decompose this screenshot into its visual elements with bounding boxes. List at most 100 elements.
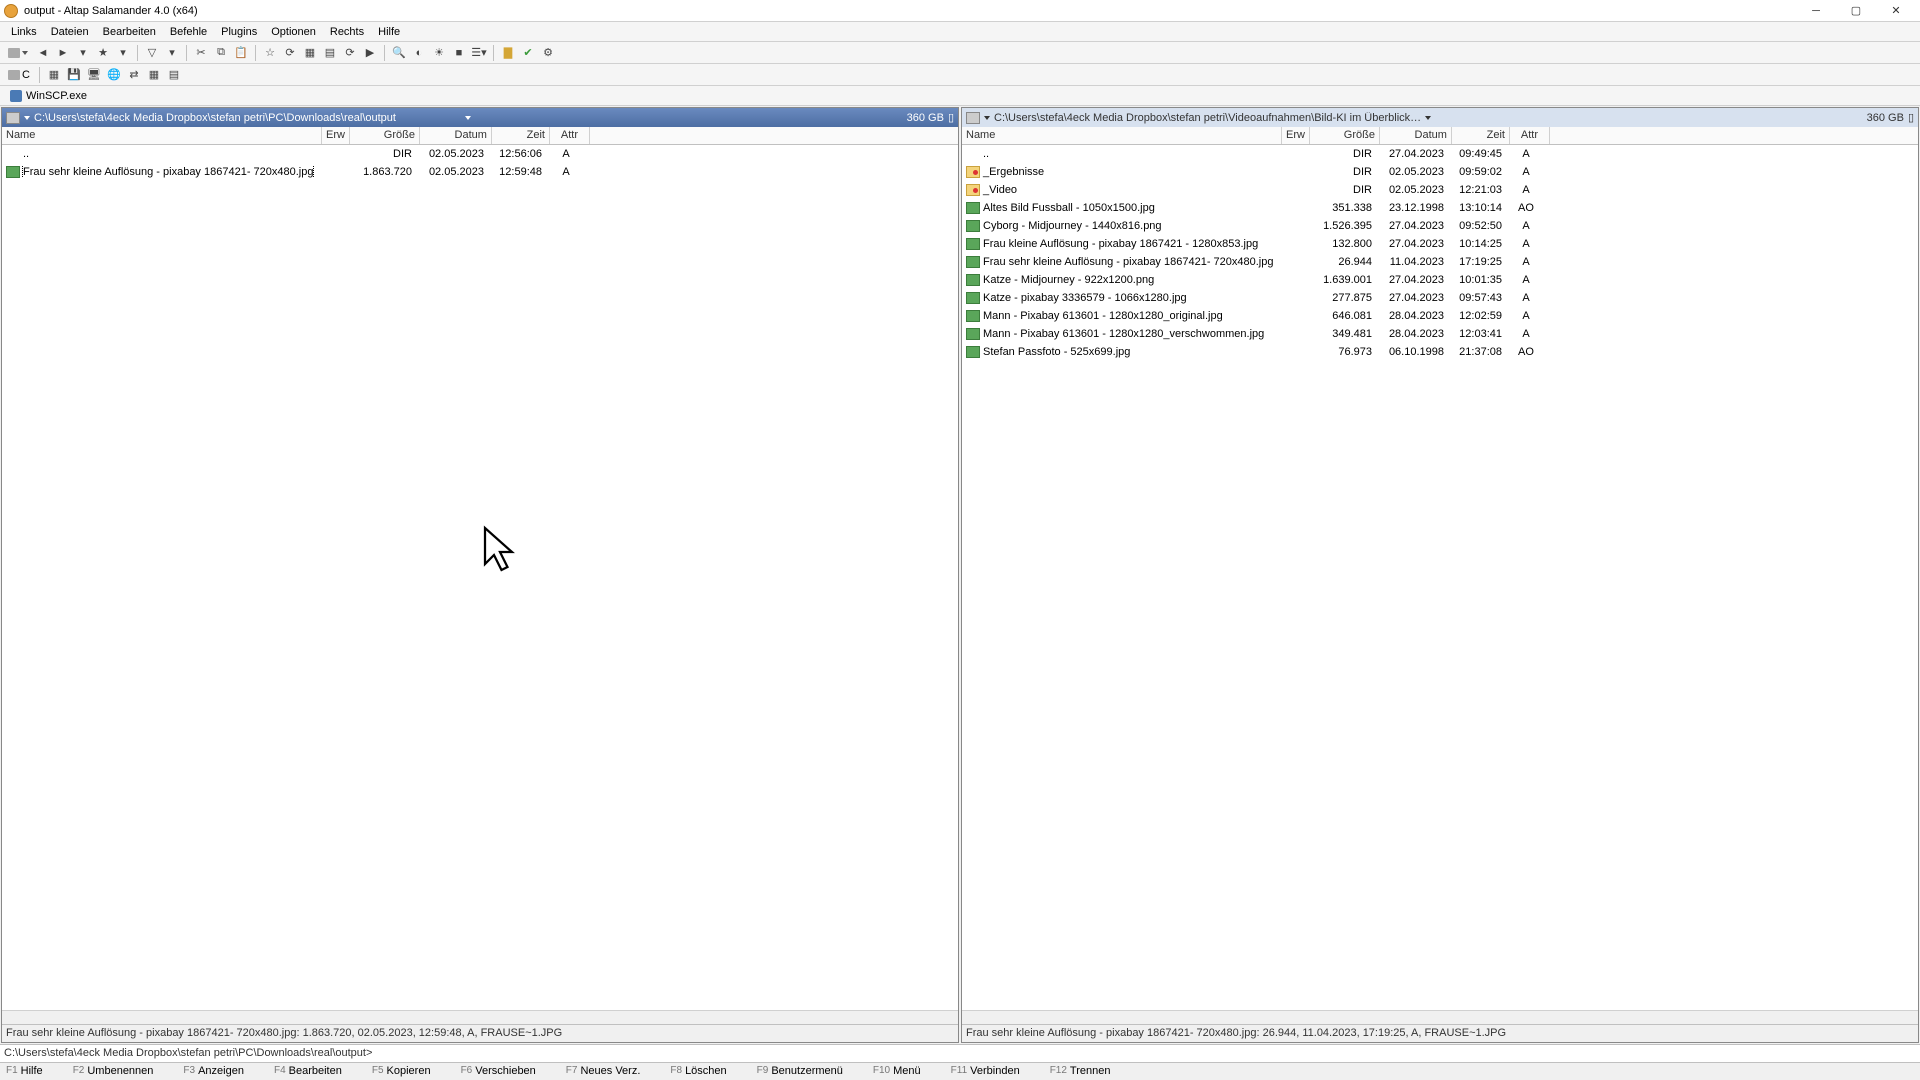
col-ext[interactable]: Erw [322,127,350,144]
menu-rechts[interactable]: Rechts [323,24,371,40]
fn-f1[interactable]: F1Hilfe [6,1065,43,1078]
col-attr[interactable]: Attr [1510,127,1550,144]
file-row[interactable]: ..DIR27.04.202309:49:45A [962,145,1918,163]
drive-c-button[interactable]: C [4,66,34,84]
right-pathbar[interactable]: C:\Users\stefa\4eck Media Dropbox\stefan… [962,108,1918,127]
file-row[interactable]: Mann - Pixabay 613601 - 1280x1280_origin… [962,307,1918,325]
fn-key: F9 [757,1065,769,1078]
fn-f12[interactable]: F12Trennen [1050,1065,1111,1078]
refresh-button[interactable]: ⟳ [341,44,359,62]
fn-f9[interactable]: F9Benutzermenü [757,1065,843,1078]
drive-selector[interactable] [4,44,32,62]
col-attr[interactable]: Attr [550,127,590,144]
col-date[interactable]: Datum [420,127,492,144]
ftp-button[interactable]: ⇄ [125,66,143,84]
drive-icon [6,112,20,124]
menu-befehle[interactable]: Befehle [163,24,214,40]
col-time[interactable]: Zeit [492,127,550,144]
fn-f7[interactable]: F7Neues Verz. [566,1065,641,1078]
drive-dropdown-icon[interactable] [984,116,990,120]
file-row[interactable]: Katze - pixabay 3336579 - 1066x1280.jpg2… [962,289,1918,307]
fn-f5[interactable]: F5Kopieren [372,1065,431,1078]
path-dropdown-icon[interactable] [465,116,471,120]
file-row[interactable]: _ErgebnisseDIR02.05.202309:59:02A [962,163,1918,181]
menu-links[interactable]: Links [4,24,44,40]
shortcut-winscp[interactable]: WinSCP.exe [4,90,93,102]
fn-label: Hilfe [21,1065,43,1078]
file-row[interactable]: Altes Bild Fussball - 1050x1500.jpg351.3… [962,199,1918,217]
minimize-button[interactable]: ─ [1796,1,1836,21]
copy-button[interactable]: ⧉ [212,44,230,62]
fn-f4[interactable]: F4Bearbeiten [274,1065,342,1078]
right-filelist[interactable]: ..DIR27.04.202309:49:45A_ErgebnisseDIR02… [962,145,1918,1010]
file-row[interactable]: Mann - Pixabay 613601 - 1280x1280_versch… [962,325,1918,343]
menu-optionen[interactable]: Optionen [264,24,323,40]
fn-f11[interactable]: F11Verbinden [951,1065,1020,1078]
col-name[interactable]: Name [2,127,322,144]
nav-forward-button[interactable]: ► [54,44,72,62]
left-hscroll[interactable] [2,1010,958,1024]
file-row[interactable]: Frau sehr kleine Auflösung - pixabay 186… [962,253,1918,271]
history-button[interactable]: ⟳ [281,44,299,62]
tool-button[interactable]: ■ [450,44,468,62]
favorites-dropdown[interactable]: ▾ [114,44,132,62]
menu-plugins[interactable]: Plugins [214,24,264,40]
col-ext[interactable]: Erw [1282,127,1310,144]
filter-button[interactable]: ▽ [143,44,161,62]
menu-bearbeiten[interactable]: Bearbeiten [96,24,163,40]
network-button[interactable]: 🖥 [85,66,103,84]
nav-up-dropdown[interactable]: ▾ [74,44,92,62]
tool-button[interactable]: ◐ [410,44,428,62]
file-row[interactable]: _VideoDIR02.05.202312:21:03A [962,181,1918,199]
find-button[interactable]: 🔍 [390,44,408,62]
col-time[interactable]: Zeit [1452,127,1510,144]
favorite-button[interactable]: ☆ [261,44,279,62]
file-row[interactable]: ..DIR02.05.202312:56:06A [2,145,958,163]
folder-button[interactable]: ▇ [499,44,517,62]
drive-button[interactable]: 💾 [65,66,83,84]
col-date[interactable]: Datum [1380,127,1452,144]
tool-button[interactable]: ▦ [145,66,163,84]
favorites-button[interactable]: ★ [94,44,112,62]
fn-f8[interactable]: F8Löschen [670,1065,726,1078]
drive-dropdown-icon[interactable] [24,116,30,120]
file-row[interactable]: Frau kleine Auflösung - pixabay 1867421 … [962,235,1918,253]
fn-f10[interactable]: F10Menü [873,1065,921,1078]
menu-dateien[interactable]: Dateien [44,24,96,40]
command-line[interactable]: C:\Users\stefa\4eck Media Dropbox\stefan… [0,1044,1920,1062]
fn-f2[interactable]: F2Umbenennen [73,1065,154,1078]
left-pathbar[interactable]: C:\Users\stefa\4eck Media Dropbox\stefan… [2,108,958,127]
dual-pane: C:\Users\stefa\4eck Media Dropbox\stefan… [0,106,1920,1044]
file-row[interactable]: Katze - Midjourney - 922x1200.png1.639.0… [962,271,1918,289]
path-dropdown-icon[interactable] [1425,116,1431,120]
fn-f3[interactable]: F3Anzeigen [183,1065,244,1078]
cut-button[interactable]: ✂ [192,44,210,62]
tool-button[interactable]: ▤ [165,66,183,84]
menu-hilfe[interactable]: Hilfe [371,24,407,40]
close-button[interactable]: ✕ [1876,1,1916,21]
col-size[interactable]: Größe [1310,127,1380,144]
left-filelist[interactable]: ..DIR02.05.202312:56:06AFrau sehr kleine… [2,145,958,1010]
tool-button[interactable]: ▤ [321,44,339,62]
tool-button[interactable]: ☀ [430,44,448,62]
settings-button[interactable]: ⚙ [539,44,557,62]
file-row[interactable]: Frau sehr kleine Auflösung - pixabay 186… [2,163,958,181]
view-mode-button[interactable]: ☰▾ [470,44,488,62]
file-attr: A [1506,166,1546,178]
right-hscroll[interactable] [962,1010,1918,1024]
check-button[interactable]: ✔ [519,44,537,62]
col-size[interactable]: Größe [350,127,420,144]
nav-back-button[interactable]: ◄ [34,44,52,62]
maximize-button[interactable]: ▢ [1836,1,1876,21]
terminal-button[interactable]: ▶ [361,44,379,62]
network-button[interactable]: 🌐 [105,66,123,84]
col-name[interactable]: Name [962,127,1282,144]
paste-button[interactable]: 📋 [232,44,250,62]
file-row[interactable]: Cyborg - Midjourney - 1440x816.png1.526.… [962,217,1918,235]
file-row[interactable]: Stefan Passfoto - 525x699.jpg76.97306.10… [962,343,1918,361]
image-file-icon [966,256,980,268]
tool-button[interactable]: ▦ [301,44,319,62]
drive-button[interactable]: ▦ [45,66,63,84]
fn-f6[interactable]: F6Verschieben [461,1065,536,1078]
filter-dropdown[interactable]: ▾ [163,44,181,62]
